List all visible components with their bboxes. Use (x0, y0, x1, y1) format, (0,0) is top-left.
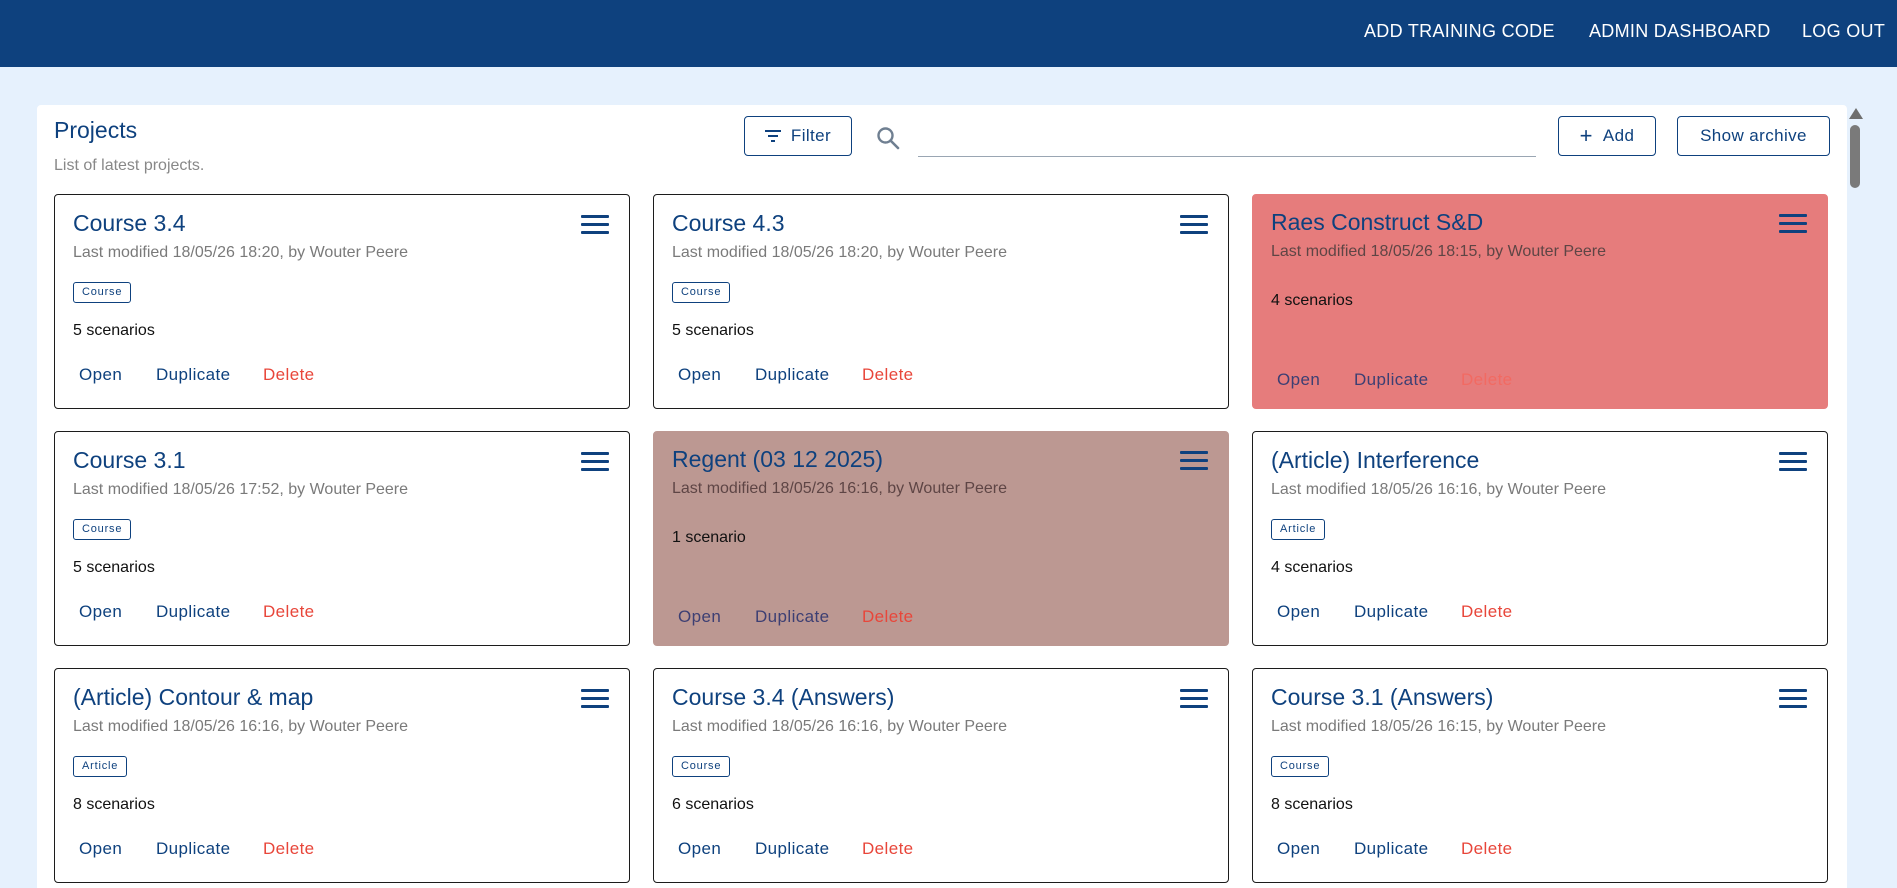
menu-icon[interactable] (1779, 452, 1807, 472)
menu-icon[interactable] (1180, 451, 1208, 471)
menu-icon[interactable] (581, 215, 609, 235)
project-card: Course 4.3 Last modified 18/05/26 18:20,… (653, 194, 1229, 409)
menu-icon[interactable] (581, 452, 609, 472)
scenario-count: 5 scenarios (73, 322, 155, 339)
delete-button[interactable]: Delete (862, 839, 914, 859)
menu-icon[interactable] (1779, 214, 1807, 234)
scenario-count: 6 scenarios (672, 796, 754, 813)
project-tag: Course (73, 282, 132, 303)
open-button[interactable]: Open (678, 365, 755, 385)
duplicate-button[interactable]: Duplicate (1354, 370, 1461, 390)
top-app-bar: ADD TRAINING CODE ADMIN DASHBOARD LOG OU… (0, 0, 1897, 67)
delete-button[interactable]: Delete (1461, 370, 1513, 390)
open-button[interactable]: Open (79, 839, 156, 859)
scenario-count: 8 scenarios (1271, 796, 1353, 813)
project-card: Raes Construct S&D Last modified 18/05/2… (1252, 194, 1828, 409)
menu-icon[interactable] (581, 689, 609, 709)
scenario-count: 5 scenarios (73, 559, 155, 576)
admin-dashboard-link[interactable]: ADMIN DASHBOARD (1589, 0, 1771, 62)
project-card: (Article) Interference Last modified 18/… (1252, 431, 1828, 646)
duplicate-button[interactable]: Duplicate (156, 839, 263, 859)
show-archive-button[interactable]: Show archive (1677, 116, 1830, 156)
project-meta: Last modified 18/05/26 18:15, by Wouter … (1271, 243, 1607, 260)
project-meta: Last modified 18/05/26 18:20, by Wouter … (672, 244, 1008, 261)
duplicate-button[interactable]: Duplicate (156, 365, 263, 385)
duplicate-button[interactable]: Duplicate (755, 839, 862, 859)
open-button[interactable]: Open (678, 607, 755, 627)
project-title[interactable]: Raes Construct S&D (1271, 209, 1483, 236)
page-subtitle: List of latest projects. (54, 157, 205, 174)
project-card: Course 3.1 (Answers) Last modified 18/05… (1252, 668, 1828, 883)
delete-button[interactable]: Delete (263, 365, 315, 385)
scrollbar-thumb[interactable] (1850, 125, 1860, 188)
project-tag: Course (73, 519, 132, 540)
menu-icon[interactable] (1180, 689, 1208, 709)
project-meta: Last modified 18/05/26 16:16, by Wouter … (672, 718, 1008, 735)
scenario-count: 8 scenarios (73, 796, 155, 813)
scenario-count: 4 scenarios (1271, 292, 1353, 309)
open-button[interactable]: Open (79, 365, 156, 385)
scenario-count: 5 scenarios (672, 322, 754, 339)
project-card: Regent (03 12 2025) Last modified 18/05/… (653, 431, 1229, 646)
menu-icon[interactable] (1180, 215, 1208, 235)
duplicate-button[interactable]: Duplicate (755, 365, 862, 385)
open-button[interactable]: Open (1277, 370, 1354, 390)
project-title[interactable]: Course 4.3 (672, 210, 785, 237)
scrollbar[interactable] (1846, 105, 1862, 888)
delete-button[interactable]: Delete (263, 839, 315, 859)
search-input[interactable] (918, 119, 1536, 157)
open-button[interactable]: Open (1277, 602, 1354, 622)
filter-button[interactable]: Filter (744, 116, 852, 156)
project-meta: Last modified 18/05/26 16:16, by Wouter … (672, 480, 1008, 497)
page-title: Projects (54, 117, 138, 143)
project-tag: Course (672, 282, 731, 303)
scenario-count: 1 scenario (672, 529, 746, 546)
project-title[interactable]: Course 3.1 (Answers) (1271, 684, 1493, 711)
delete-button[interactable]: Delete (263, 602, 315, 622)
filter-icon (764, 130, 781, 142)
project-title[interactable]: (Article) Interference (1271, 447, 1479, 474)
add-label: Add (1602, 126, 1635, 145)
project-tag: Article (73, 756, 128, 777)
project-tag: Course (1271, 756, 1330, 777)
filter-label: Filter (790, 126, 832, 145)
project-title[interactable]: Regent (03 12 2025) (672, 446, 883, 473)
project-card: Course 3.1 Last modified 18/05/26 17:52,… (54, 431, 630, 646)
menu-icon[interactable] (1779, 689, 1807, 709)
project-meta: Last modified 18/05/26 16:16, by Wouter … (73, 718, 409, 735)
project-tag: Course (672, 756, 731, 777)
duplicate-button[interactable]: Duplicate (755, 607, 862, 627)
log-out-link[interactable]: LOG OUT (1802, 0, 1885, 62)
project-title[interactable]: Course 3.1 (73, 447, 186, 474)
project-title[interactable]: (Article) Contour & map (73, 684, 313, 711)
project-title[interactable]: Course 3.4 (Answers) (672, 684, 894, 711)
search-icon (877, 127, 900, 150)
project-meta: Last modified 18/05/26 16:15, by Wouter … (1271, 718, 1607, 735)
delete-button[interactable]: Delete (862, 365, 914, 385)
project-card: (Article) Contour & map Last modified 18… (54, 668, 630, 883)
plus-icon: + (1579, 123, 1593, 148)
open-button[interactable]: Open (678, 839, 755, 859)
delete-button[interactable]: Delete (862, 607, 914, 627)
scenario-count: 4 scenarios (1271, 559, 1353, 576)
project-meta: Last modified 18/05/26 16:16, by Wouter … (1271, 481, 1607, 498)
project-card: Course 3.4 (Answers) Last modified 18/05… (653, 668, 1229, 883)
delete-button[interactable]: Delete (1461, 839, 1513, 859)
duplicate-button[interactable]: Duplicate (1354, 839, 1461, 859)
delete-button[interactable]: Delete (1461, 602, 1513, 622)
project-meta: Last modified 18/05/26 18:20, by Wouter … (73, 244, 409, 261)
add-training-code-link[interactable]: ADD TRAINING CODE (1364, 0, 1555, 62)
project-meta: Last modified 18/05/26 17:52, by Wouter … (73, 481, 409, 498)
project-tag: Article (1271, 519, 1326, 540)
scroll-up-arrow-icon[interactable] (1849, 108, 1863, 119)
duplicate-button[interactable]: Duplicate (1354, 602, 1461, 622)
project-card: Course 3.4 Last modified 18/05/26 18:20,… (54, 194, 630, 409)
duplicate-button[interactable]: Duplicate (156, 602, 263, 622)
project-title[interactable]: Course 3.4 (73, 210, 186, 237)
open-button[interactable]: Open (79, 602, 156, 622)
add-button[interactable]: + Add (1558, 116, 1656, 156)
open-button[interactable]: Open (1277, 839, 1354, 859)
